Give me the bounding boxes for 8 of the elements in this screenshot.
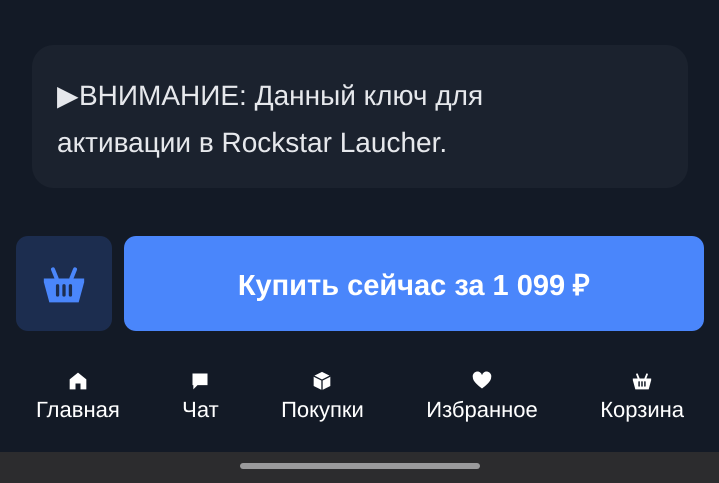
cart-button[interactable] <box>16 236 112 331</box>
nav-item[interactable]: Избранное <box>426 371 538 423</box>
nav-item[interactable]: Корзина <box>600 371 684 423</box>
heart-icon <box>470 371 494 391</box>
notice-text: ▶ВНИМАНИЕ: Данный ключ для активации в Rockstar Laucher. <box>57 79 484 160</box>
nav-item[interactable]: Покупки <box>281 371 364 423</box>
nav-item[interactable]: Чат <box>182 371 219 423</box>
nav-item[interactable]: Главная <box>36 371 120 423</box>
